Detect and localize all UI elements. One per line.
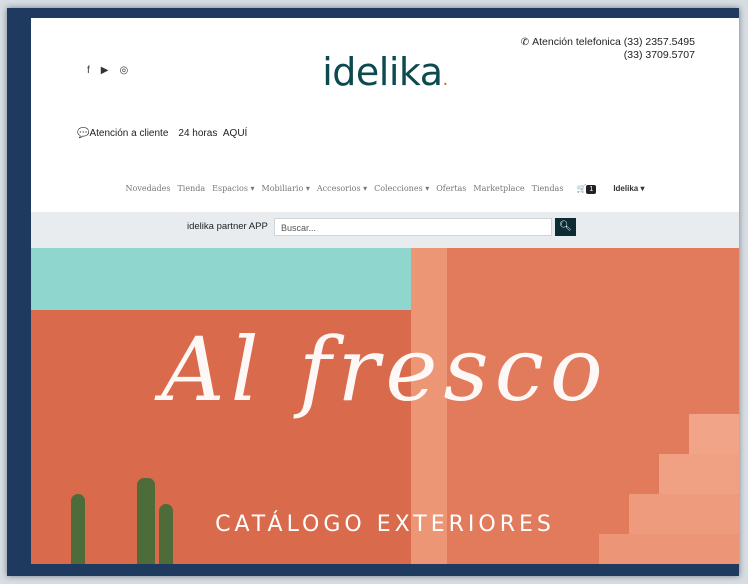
chat-icon: 💬 bbox=[77, 128, 90, 139]
attention-hours: 24 horas bbox=[178, 128, 218, 139]
logo-dot: . bbox=[442, 69, 449, 90]
logo-text: idelika bbox=[322, 50, 443, 94]
page: f ▶ ◎ idelika. ✆ Atención telefonica (33)… bbox=[31, 18, 739, 564]
cart-icon: 🛒 bbox=[576, 184, 587, 193]
phone-icon: ✆ bbox=[520, 37, 530, 48]
nav-item-colecciones[interactable]: Colecciones ▾ bbox=[374, 184, 429, 193]
contact-phone: ✆ Atención telefonica (33) 2357.5495 (33)… bbox=[521, 36, 695, 62]
nav-item-novedades[interactable]: Novedades bbox=[126, 184, 171, 193]
hero-banner[interactable]: Al fresco CATÁLOGO EXTERIORES bbox=[31, 248, 739, 564]
nav-item-ofertas[interactable]: Ofertas bbox=[436, 184, 466, 193]
phone-number-2[interactable]: (33) 3709.5707 bbox=[624, 49, 695, 61]
nav-item-accesorios[interactable]: Accesorios ▾ bbox=[317, 184, 367, 193]
hero-script-title: Al fresco bbox=[161, 318, 609, 421]
search-bar: idelika partner APP Buscar... 🔍︎ bbox=[31, 212, 739, 248]
phone-number-1[interactable]: (33) 2357.5495 bbox=[624, 36, 695, 48]
nav-item-mobiliario[interactable]: Mobiliario ▾ bbox=[262, 184, 310, 193]
search-icon: 🔍︎ bbox=[559, 221, 572, 232]
main-nav: Novedades Tienda Espacios ▾ Mobiliario ▾… bbox=[31, 184, 739, 194]
search-button[interactable]: 🔍︎ bbox=[555, 218, 576, 236]
brand-menu[interactable]: Idelika ▾ bbox=[613, 184, 644, 193]
search-input[interactable]: Buscar... bbox=[274, 218, 552, 236]
partner-app-link[interactable]: idelika partner APP bbox=[187, 221, 268, 232]
hero-catalog-title: CATÁLOGO EXTERIORES bbox=[215, 512, 555, 537]
nav-item-marketplace[interactable]: Marketplace bbox=[473, 184, 524, 193]
hero-stairs bbox=[599, 414, 739, 564]
attention-link[interactable]: AQUÍ bbox=[223, 128, 247, 139]
contact-label: Atención telefonica bbox=[532, 36, 621, 48]
cart-count-badge: 1 bbox=[586, 185, 597, 194]
cart-button[interactable]: 🛒 1 bbox=[576, 184, 597, 194]
nav-item-tiendas[interactable]: Tiendas bbox=[532, 184, 564, 193]
attention-label: Atención a cliente bbox=[89, 128, 169, 139]
nav-item-espacios[interactable]: Espacios ▾ bbox=[212, 184, 254, 193]
customer-attention: 💬Atención a cliente 24 horas AQUÍ bbox=[77, 128, 247, 139]
nav-item-tienda[interactable]: Tienda bbox=[177, 184, 205, 193]
